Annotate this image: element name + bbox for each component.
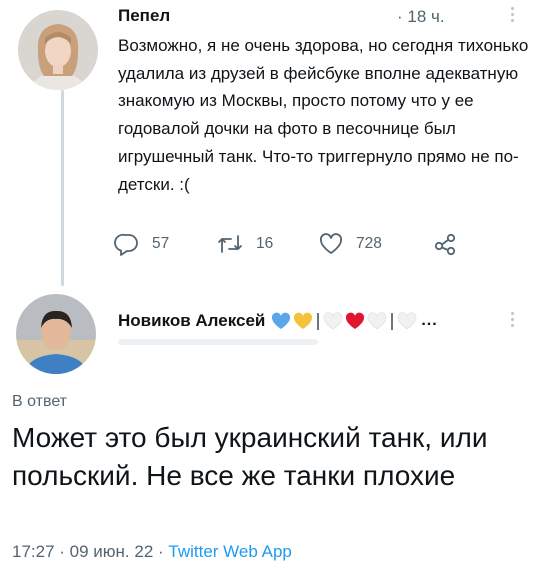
reply-author-name: Новиков Алексей (118, 311, 266, 330)
share-icon (432, 232, 458, 256)
white-heart-icon (367, 312, 387, 330)
heart-emojis (271, 312, 417, 330)
reply-time[interactable]: 17:27 · 09 июн. 22 · (12, 542, 168, 561)
thread-line (61, 90, 64, 286)
heart-separator (317, 312, 320, 330)
share-action[interactable] (432, 232, 458, 256)
avatar-pepel[interactable] (18, 10, 98, 90)
like-icon (318, 232, 344, 256)
heart-separator (391, 312, 394, 330)
avatar-novikov[interactable] (16, 294, 96, 374)
retweet-icon (216, 232, 244, 256)
reply-icon (114, 232, 140, 256)
name-truncation: ... (421, 312, 438, 329)
tweet-time[interactable]: · 18 ч. (397, 7, 445, 27)
reply-action[interactable]: 57 (114, 232, 169, 256)
like-count: 728 (356, 235, 382, 252)
source-app-link[interactable]: Twitter Web App (168, 542, 291, 561)
username-placeholder (118, 339, 318, 345)
tweet-author-name[interactable]: Пепел (118, 6, 170, 26)
reply-timestamp: 17:27 · 09 июн. 22 · Twitter Web App (12, 542, 292, 562)
blue-heart-icon (272, 312, 291, 329)
retweet-action[interactable]: 16 (216, 232, 273, 256)
white-heart-icon (397, 312, 417, 330)
reply-text: Может это был украинский танк, или польс… (12, 422, 488, 491)
reply-author[interactable]: Новиков Алексей ... (118, 311, 438, 331)
like-action[interactable]: 728 (318, 232, 382, 256)
more-icon[interactable] (511, 312, 514, 327)
red-heart-icon (346, 312, 365, 329)
more-icon[interactable] (511, 7, 514, 22)
reply-count: 57 (152, 235, 170, 252)
yellow-heart-icon (294, 312, 313, 329)
white-heart-icon (323, 312, 343, 330)
tweet-text: Возможно, я не очень здорова, но сегодня… (118, 36, 529, 194)
in-reply-label[interactable]: В ответ (12, 393, 67, 411)
tweet-actions: 57 16 728 (114, 232, 494, 262)
retweet-count: 16 (256, 235, 274, 252)
